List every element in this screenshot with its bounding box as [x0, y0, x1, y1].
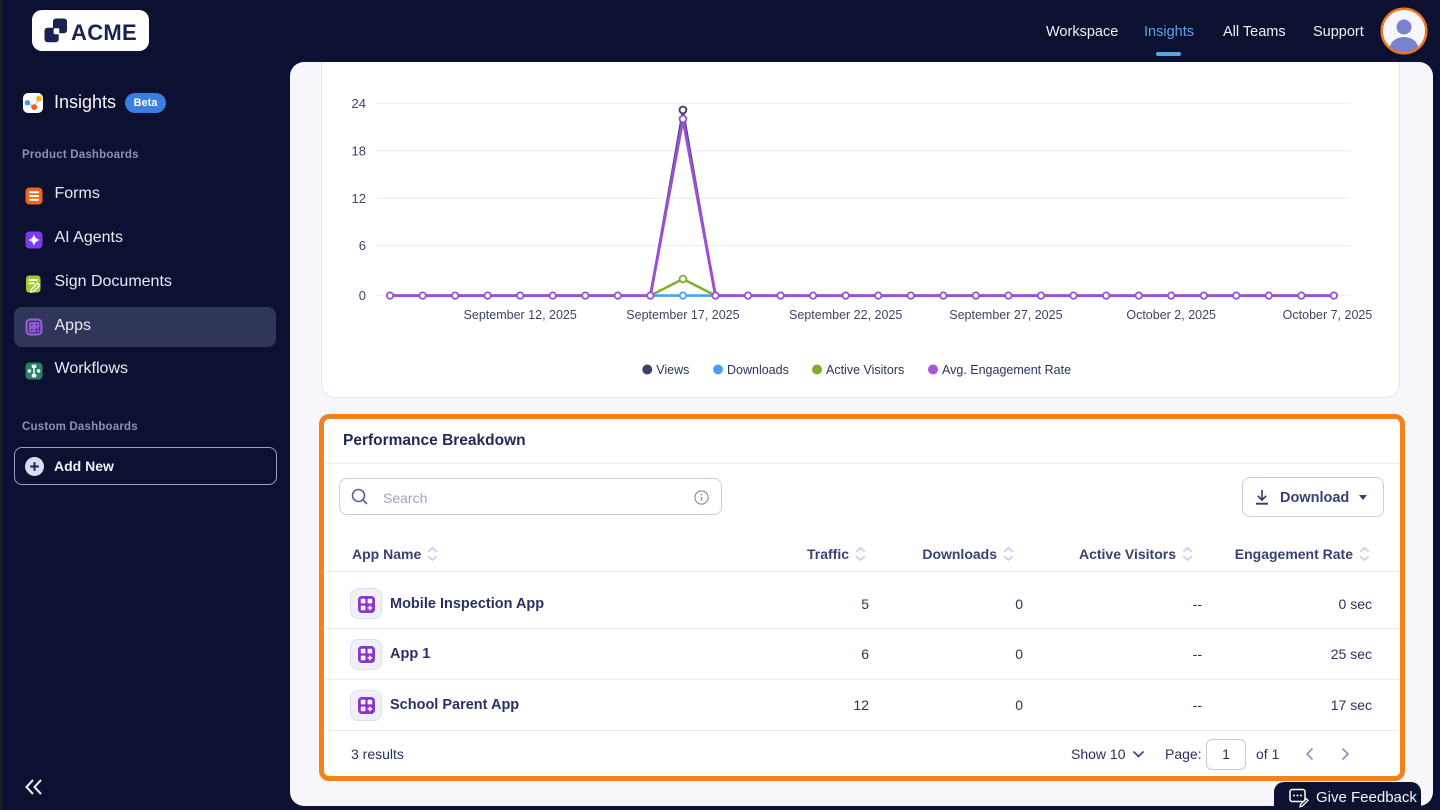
svg-text:Downloads: Downloads: [727, 363, 789, 377]
svg-text:September 22, 2025: September 22, 2025: [789, 308, 902, 322]
svg-text:October 2, 2025: October 2, 2025: [1126, 308, 1216, 322]
svg-text:18: 18: [352, 143, 366, 158]
svg-text:Views: Views: [656, 363, 689, 377]
svg-text:24: 24: [352, 96, 366, 111]
svg-text:6: 6: [359, 238, 366, 253]
svg-text:September 12, 2025: September 12, 2025: [464, 308, 577, 322]
svg-text:Avg. Engagement Rate: Avg. Engagement Rate: [942, 363, 1071, 377]
svg-text:October 7, 2025: October 7, 2025: [1283, 308, 1373, 322]
svg-text:September 27, 2025: September 27, 2025: [949, 308, 1062, 322]
svg-text:12: 12: [352, 191, 366, 206]
svg-text:Active Visitors: Active Visitors: [826, 363, 904, 377]
svg-text:September 17, 2025: September 17, 2025: [626, 308, 739, 322]
svg-text:0: 0: [359, 288, 366, 303]
